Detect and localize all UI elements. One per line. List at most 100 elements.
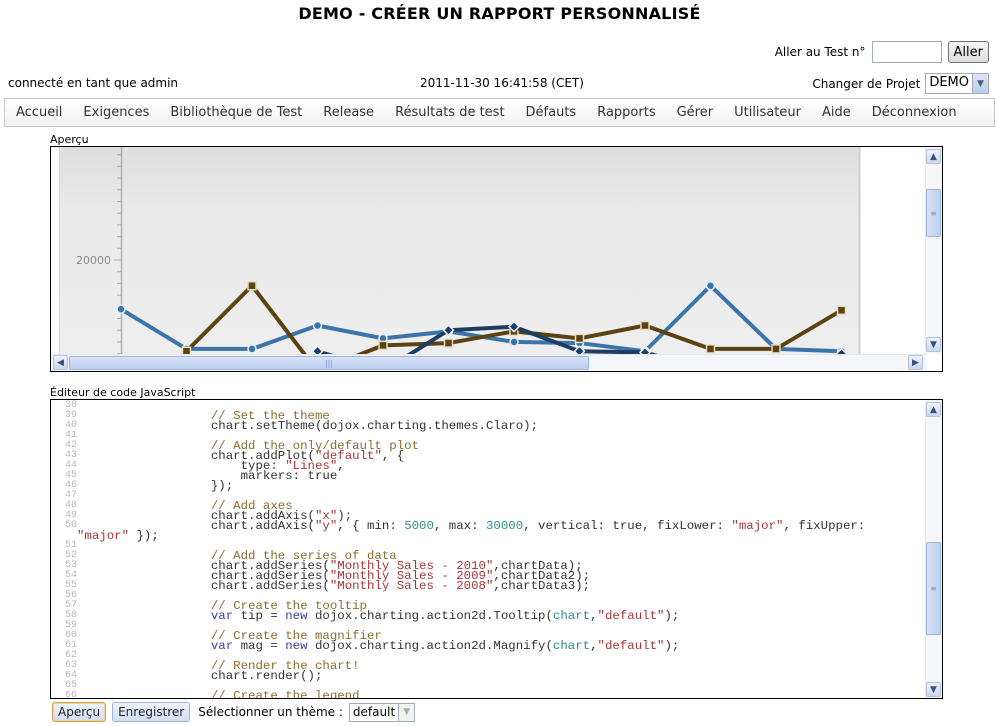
code-area[interactable]: 38 39 // Set the theme 40 chart.setTheme(d…	[51, 400, 927, 699]
code-text: chart.addAxis("y", { min: 5000, max: 300…	[77, 520, 865, 532]
chevron-down-icon[interactable]: ▼	[926, 682, 941, 697]
chevron-right-icon[interactable]: ▶	[908, 355, 923, 370]
code-token: "default"	[597, 639, 665, 653]
code-token: chart.addSeries(	[210, 579, 330, 593]
circle-marker[interactable]	[312, 320, 323, 331]
square-marker[interactable]	[640, 320, 650, 331]
nav-item-bibliotheque-de-test[interactable]: Bibliothèque de Test	[170, 105, 302, 120]
project-switcher: Changer de Projet DEMO ▼	[812, 73, 989, 94]
code-line: 55 chart.addSeries("Monthly Sales - 2008…	[51, 579, 927, 593]
circle-marker[interactable]	[247, 344, 257, 354]
code-token: "major"	[77, 529, 130, 543]
vertical-scroll-thumb[interactable]: ≡	[926, 542, 941, 635]
square-marker[interactable]	[378, 340, 388, 351]
code-line: 50 chart.addAxis("y", { min: 5000, max: …	[51, 520, 927, 543]
y-tick-label: 20000	[76, 254, 111, 267]
series-line-segment	[577, 349, 647, 354]
editor-label: Éditeur de code JavaScript	[50, 386, 196, 399]
circle-marker[interactable]	[705, 280, 716, 291]
circle-marker[interactable]	[116, 304, 126, 314]
code-token: ,	[337, 459, 345, 473]
nav-item-gerer[interactable]: Gérer	[677, 105, 713, 120]
code-line: 66 // Create the legend	[51, 689, 927, 699]
square-marker[interactable]	[443, 338, 454, 348]
editor-actions: Aperçu Enregistrer Sélectionner un thème…	[52, 702, 416, 722]
project-label: Changer de Projet	[812, 76, 921, 91]
save-button[interactable]: Enregistrer	[112, 702, 191, 722]
code-text: });	[77, 479, 234, 493]
line-number: 50	[64, 520, 77, 531]
preview-horizontal-scrollbar[interactable]: ◀ ||| ▶	[51, 354, 927, 371]
code-wrap: "major" });	[51, 529, 927, 543]
chevron-left-icon[interactable]: ◀	[53, 355, 68, 370]
square-marker[interactable]	[247, 280, 257, 291]
code-token: chart.setTheme(dojox.charting.themes.Cla…	[210, 419, 539, 433]
editor-vertical-scrollbar[interactable]: ▲ ≡ ▼	[925, 400, 942, 698]
nav-item-resultats-de-test[interactable]: Résultats de test	[395, 105, 504, 120]
nav-item-rapports[interactable]: Rapports	[597, 105, 655, 120]
code-token: ,	[590, 609, 598, 623]
code-text: var mag = new dojox.charting.action2d.Ma…	[77, 639, 680, 653]
nav-item-utilisateur[interactable]: Utilisateur	[734, 105, 801, 120]
vertical-scroll-thumb[interactable]: ≡	[926, 189, 941, 237]
main-nav: Accueil Exigences Bibliothèque de Test Rele…	[4, 98, 995, 127]
chevron-up-icon[interactable]: ▲	[926, 402, 941, 417]
theme-select[interactable]: default ▼	[348, 702, 416, 722]
nav-item-aide[interactable]: Aide	[822, 105, 851, 120]
square-marker[interactable]	[771, 344, 781, 354]
code-token: chart.render();	[210, 669, 323, 683]
series-line-segment	[774, 346, 844, 354]
square-marker[interactable]	[181, 346, 192, 354]
code-token: dojox.charting.action2d.Magnify(	[307, 639, 553, 653]
code-token: });	[210, 479, 234, 493]
code-text: chart.setTheme(dojox.charting.themes.Cla…	[77, 419, 539, 433]
circle-marker[interactable]	[509, 337, 519, 347]
goto-test-form: Aller au Test n° Aller	[775, 41, 989, 63]
code-token: ,	[590, 639, 598, 653]
code-token: mag =	[233, 639, 286, 653]
theme-select-value: default	[352, 704, 396, 719]
project-select[interactable]: DEMO ▼	[925, 73, 989, 94]
code-token: tip =	[233, 609, 286, 623]
code-token: // Create the legend	[210, 689, 360, 699]
horizontal-scroll-thumb[interactable]: |||	[69, 356, 589, 370]
preview-vertical-scrollbar[interactable]: ▲ ≡ ▼	[925, 147, 942, 354]
code-line: 58 var tip = new dojox.charting.action2d…	[51, 609, 927, 623]
code-token: new	[285, 639, 308, 653]
goto-test-label: Aller au Test n°	[774, 45, 866, 59]
code-token: var	[210, 639, 234, 653]
code-editor[interactable]: 38 39 // Set the theme 40 chart.setTheme(d…	[50, 399, 943, 699]
page-title: DEMO - CRÉER UN RAPPORT PERSONNALISÉ	[298, 4, 701, 23]
preview-button[interactable]: Aperçu	[52, 702, 107, 722]
code-token: "default"	[597, 609, 665, 623]
square-marker[interactable]	[705, 344, 716, 354]
code-line: 61 var mag = new dojox.charting.action2d…	[51, 639, 927, 653]
nav-item-exigences[interactable]: Exigences	[83, 105, 149, 120]
code-token: );	[664, 639, 680, 653]
chart: 20000	[59, 147, 861, 354]
goto-test-button[interactable]: Aller	[947, 41, 989, 63]
server-datetime: 2011-11-30 16:41:58 (CET)	[420, 76, 584, 90]
code-line: 46 });	[51, 479, 927, 493]
nav-item-release[interactable]: Release	[323, 105, 374, 120]
goto-test-input[interactable]	[871, 41, 942, 63]
square-marker[interactable]	[574, 333, 585, 344]
code-text: chart.render();	[77, 669, 323, 683]
code-token: dojox.charting.action2d.Tooltip(	[307, 609, 553, 623]
square-marker[interactable]	[836, 305, 847, 316]
nav-item-defauts[interactable]: Défauts	[526, 105, 577, 120]
code-line: 40 chart.setTheme(dojox.charting.themes.…	[51, 419, 927, 433]
chevron-down-icon[interactable]: ▼	[398, 703, 415, 721]
code-line: 64 chart.render();	[51, 669, 927, 683]
code-token: "Monthly Sales - 2008"	[329, 579, 494, 593]
chevron-up-icon[interactable]: ▲	[926, 149, 941, 164]
series-line-segment	[381, 341, 451, 348]
code-token: chart	[552, 609, 591, 623]
preview-panel: 20000 ▲ ≡ ▼ ◀ ||| ▶	[50, 146, 943, 372]
code-token: , {	[381, 449, 405, 463]
theme-label: Sélectionner un thème :	[198, 705, 343, 719]
chevron-down-icon[interactable]: ▼	[926, 337, 941, 352]
nav-item-accueil[interactable]: Accueil	[16, 105, 62, 120]
nav-item-deconnexion[interactable]: Déconnexion	[872, 105, 957, 120]
chevron-down-icon[interactable]: ▼	[972, 74, 988, 93]
